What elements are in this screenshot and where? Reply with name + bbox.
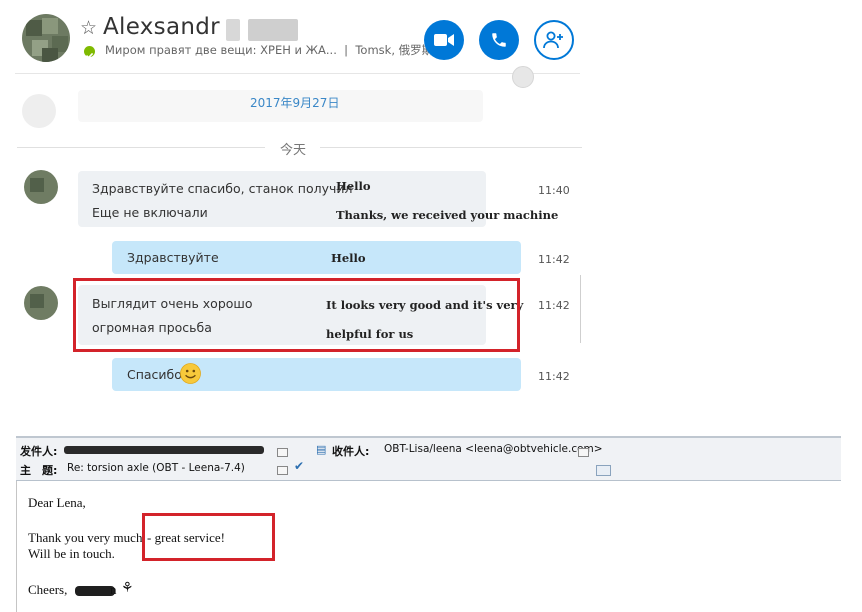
message-timestamp: 11:42 [538,299,570,312]
add-person-icon [543,31,563,49]
translation-text: Thanks, we received your machine [336,208,559,222]
status-separator: | [344,43,349,57]
redacted-signature [75,586,115,596]
header-divider [15,73,580,74]
email-body [16,481,842,612]
highlight-annotation-box [73,278,520,352]
add-people-button[interactable] [534,20,574,60]
video-camera-icon [434,34,454,46]
contact-location: Tomsk, 俄罗斯 [355,43,434,57]
mood-status: Миром правят две вещи: ХРЕН и ЖА... | To… [105,42,433,58]
envelope-icon[interactable] [596,465,611,476]
contact-avatar-faded [22,94,56,128]
contact-avatar[interactable] [24,286,58,320]
message-text: Спасибо [127,367,182,382]
email-body-line: Thank you very much [28,530,143,545]
date-divider-line [320,147,582,148]
email-signoff: Cheers, [28,582,68,597]
message-timestamp: 11:42 [538,370,570,383]
email-greeting: Dear Lena, [28,495,86,510]
highlight-annotation-box [142,513,275,561]
blurred-surname [226,19,240,41]
translation-text: Hello [336,179,371,193]
globe-icon[interactable] [512,66,534,88]
from-label: 发件人: [20,445,58,458]
redacted-sender [64,446,264,454]
address-card-icon[interactable] [277,448,288,457]
email-signoff: n [110,582,117,597]
subject-label: 主 题: [20,464,58,477]
to-label: 收件人: [332,445,370,458]
contact-name: Alexsandr [103,14,220,40]
contact-avatar[interactable] [22,14,70,62]
message-text: Еще не включали [92,205,208,220]
rose-emoji-icon: ⚘ [121,581,134,596]
audio-call-button[interactable] [479,20,519,60]
favorite-star-icon[interactable]: ☆ [80,17,97,39]
smile-emoji-icon [180,363,201,388]
to-address[interactable]: OBT-Lisa/leena <leena@obtvehicle.com> [384,443,603,455]
presence-online-icon [84,46,95,59]
contact-book-icon[interactable]: ▤ [316,443,326,456]
attachment-card-icon[interactable] [277,466,288,475]
message-timestamp: 11:40 [538,184,570,197]
video-call-button[interactable] [424,20,464,60]
message-timestamp: 11:42 [538,253,570,266]
message-text: Здравствуйте спасибо, станок получил [92,181,353,196]
history-date-label: 2017年9月27日 [250,96,340,110]
chat-scrollbar[interactable] [580,275,581,343]
mood-message: Миром правят две вещи: ХРЕН и ЖА... [105,43,337,57]
email-body-line: Will be in touch. [28,546,115,561]
message-text: Здравствуйте [127,250,219,265]
phone-icon [492,33,506,47]
today-divider-label: 今天 [280,143,307,158]
date-divider-line [17,147,265,148]
blurred-surname [248,19,298,41]
subject-text: Re: torsion axle (OBT - Leena-7.4) [67,462,245,474]
contact-avatar[interactable] [24,170,58,204]
address-card-icon[interactable] [578,448,589,457]
checkmark-icon: ✔ [294,459,305,473]
translation-text: Hello [331,251,366,265]
